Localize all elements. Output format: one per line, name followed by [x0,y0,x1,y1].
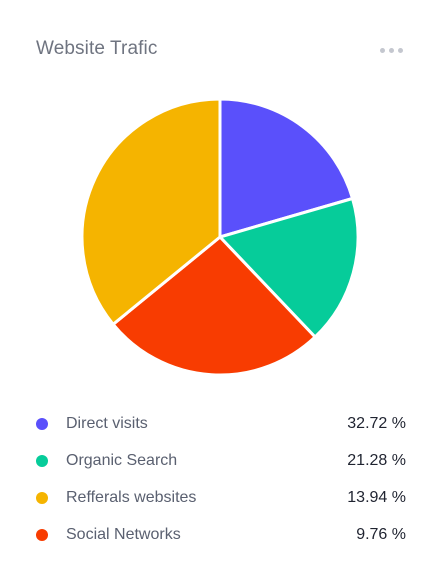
legend-value: 21.28 % [347,451,406,469]
legend-swatch [36,528,48,541]
legend-item-direct-visits[interactable]: Direct visits 32.72 % [36,405,406,442]
legend-swatch [36,454,48,467]
legend-label: Social Networks [66,525,181,543]
traffic-card: Website Trafic Direct visits 32.72 % Org… [0,0,440,582]
legend-label: Direct visits [66,414,148,432]
legend-item-social-networks[interactable]: Social Networks 9.76 % [36,516,406,553]
legend-value: 13.94 % [347,488,406,506]
pie-chart [80,97,360,377]
chart-legend: Direct visits 32.72 % Organic Search 21.… [36,405,406,553]
legend-swatch [36,417,48,430]
legend-label: Organic Search [66,451,178,469]
legend-value: 9.76 % [356,525,406,543]
legend-swatch [36,491,48,504]
legend-label: Refferals websites [66,488,197,506]
legend-value: 32.72 % [347,414,406,432]
legend-item-refferals-websites[interactable]: Refferals websites 13.94 % [36,479,406,516]
legend-item-organic-search[interactable]: Organic Search 21.28 % [36,442,406,479]
